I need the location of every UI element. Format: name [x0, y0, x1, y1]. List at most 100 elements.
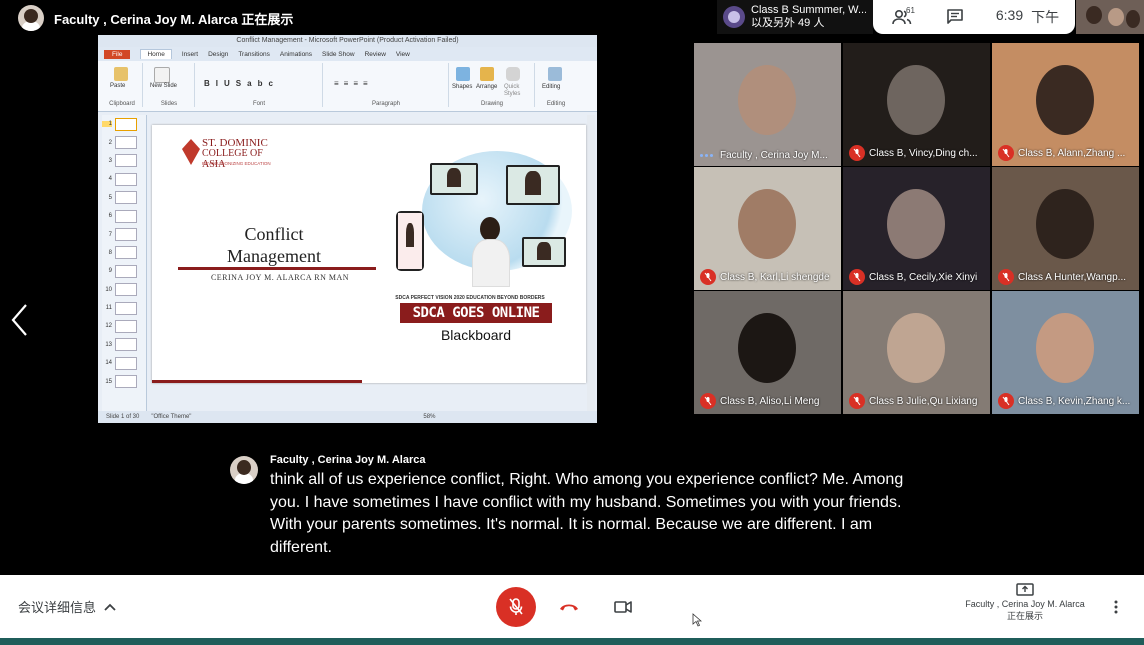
slide-thumbnail-preview [115, 154, 137, 168]
slide-thumbnail[interactable]: 15 [102, 372, 146, 390]
arrange-icon[interactable] [480, 67, 494, 81]
zoom-level[interactable]: 58% [423, 414, 435, 420]
previous-arrow[interactable] [8, 302, 32, 338]
slide-title: Conflict Management [214, 223, 334, 267]
participant-tile[interactable]: Class B, Cecily,Xie Xinyi [843, 167, 990, 290]
slide-thumbnail[interactable]: 1 [102, 115, 146, 133]
clock-period: 下午 [1031, 9, 1060, 25]
ppt-ribbon: Paste Clipboard New Slide Slides BIUSabc… [98, 61, 597, 112]
participant-tile[interactable]: Faculty , Cerina Joy M... [694, 43, 841, 166]
new-slide-icon[interactable] [154, 67, 170, 83]
slide-thumbnail-number: 8 [108, 249, 112, 256]
participant-grid: Faculty , Cerina Joy M... Class B, Vincy,… [694, 43, 1139, 415]
slide-thumbnail[interactable]: 4 [102, 170, 146, 188]
phone-illustration [396, 211, 424, 271]
slide-thumbnail[interactable]: 9 [102, 262, 146, 280]
slide-thumbnail-preview [115, 375, 137, 389]
meeting-info-chip[interactable]: Class B Summmer, W... 以及另外 49 人 [717, 0, 873, 34]
slide-thumbnail[interactable]: 3 [102, 152, 146, 170]
microphone-toggle-button[interactable] [496, 587, 536, 627]
participant-name: Class B, Kevin,Zhang k... [1018, 395, 1131, 407]
ppt-tab-slideshow[interactable]: Slide Show [322, 51, 355, 58]
participant-tile[interactable]: Class B, Aliso,Li Meng [694, 291, 841, 414]
shapes-icon[interactable] [456, 67, 470, 81]
people-button[interactable]: 61 [873, 0, 930, 34]
paste-label: Paste [110, 83, 126, 89]
presenter-illustration [470, 217, 510, 287]
paste-icon[interactable] [114, 67, 128, 81]
slide-thumbnail-number: 2 [108, 139, 112, 146]
slide-thumbnail-preview [115, 172, 137, 186]
slide-subtitle: CERINA JOY M. ALARCA RN MAN [210, 273, 350, 282]
slide-thumbnail[interactable]: 7 [102, 225, 146, 243]
slide-thumbnail-preview [115, 117, 137, 131]
slide-thumbnail[interactable]: 5 [102, 189, 146, 207]
font-format-icons[interactable]: BIUSabc [204, 79, 279, 88]
logo-line-2: COLLEGE OF ASIA [202, 148, 263, 170]
quick-styles-icon[interactable] [506, 67, 520, 81]
participant-video [1036, 65, 1094, 135]
slide-thumbnail[interactable]: 12 [102, 317, 146, 335]
participant-tile[interactable]: Class B, Vincy,Ding ch... [843, 43, 990, 166]
ppt-vertical-scrollbar[interactable] [587, 115, 595, 411]
participant-label: Class B, Vincy,Ding ch... [849, 145, 978, 161]
slide-thumbnail-preview [115, 338, 137, 352]
editing-icon[interactable] [548, 67, 562, 81]
presenting-status[interactable]: Faculty , Cerina Joy M. Alarca 正在展示 [952, 583, 1098, 622]
slide-thumbnail[interactable]: 6 [102, 207, 146, 225]
ppt-tab-home[interactable]: Home [140, 49, 172, 59]
presenter-avatar [18, 5, 44, 31]
clock-time: 6:39 [995, 7, 1024, 23]
mic-off-icon [849, 269, 865, 285]
ppt-tab-transitions[interactable]: Transitions [238, 51, 270, 58]
meeting-icon [723, 6, 745, 28]
speaking-indicator-icon [700, 151, 716, 161]
slide-thumbnail[interactable]: 10 [102, 281, 146, 299]
paragraph-align-icons[interactable]: ≡≡≡≡ [334, 79, 373, 88]
participant-video [738, 65, 796, 135]
slide-thumbnail-preview [115, 136, 137, 150]
ppt-status-bar: Slide 1 of 30 "Office Theme" 58% [98, 411, 597, 423]
slide-canvas[interactable]: ST. DOMINIC COLLEGE OF ASIA REVOLUTIONIZ… [152, 125, 586, 383]
participant-video [887, 189, 945, 259]
slide-thumbnail-number: 4 [108, 176, 112, 183]
present-screen-icon [1016, 583, 1034, 596]
participant-tile[interactable]: Class B, Alann,Zhang ... [992, 43, 1139, 166]
meeting-details-button[interactable]: 会议详细信息 [18, 597, 116, 616]
participant-tile[interactable]: Class B, Kevin,Zhang k... [992, 291, 1139, 414]
presenting-status-text: 正在展示 [1006, 611, 1043, 621]
slide-thumbnail-number: 1 [102, 121, 112, 128]
mic-off-icon [700, 269, 716, 285]
shapes-label: Shapes [452, 84, 473, 90]
ppt-tab-view[interactable]: View [396, 51, 410, 58]
leave-call-button[interactable] [554, 587, 584, 627]
ppt-group-label: Drawing [480, 101, 503, 107]
slide-thumbnail-number: 11 [105, 305, 112, 312]
ppt-tab-design[interactable]: Design [208, 51, 228, 58]
participant-tile[interactable]: Class B Julie,Qu Lixiang [843, 291, 990, 414]
more-options-button[interactable] [1108, 595, 1124, 619]
ppt-tab-review[interactable]: Review [365, 51, 386, 58]
ppt-group-slides: New Slide Slides [144, 63, 195, 107]
more-vertical-icon [1114, 600, 1118, 614]
participant-label: Class B, Kevin,Zhang k... [998, 393, 1130, 409]
caption-speaker-avatar [230, 456, 258, 484]
ppt-group-label: Font [252, 101, 265, 107]
participant-video [1036, 313, 1094, 383]
slide-thumbnail[interactable]: 8 [102, 244, 146, 262]
ppt-tab-file[interactable]: File [104, 49, 131, 59]
slide-thumbnail[interactable]: 11 [102, 299, 146, 317]
participant-tile[interactable]: Class A Hunter,Wangp... [992, 167, 1139, 290]
shared-screen-powerpoint[interactable]: Conflict Management - Microsoft PowerPoi… [98, 35, 597, 423]
participant-tile[interactable]: Class B, Karl,Li shengde [694, 167, 841, 290]
slide-thumbnail[interactable]: 2 [102, 133, 146, 151]
self-view-thumbnail[interactable] [1076, 0, 1144, 34]
ppt-tab-insert[interactable]: Insert [182, 51, 198, 58]
slide-thumbnail[interactable]: 13 [102, 336, 146, 354]
vision-tagline: SDCA PERFECT VISION 2020 EDUCATION BEYON… [395, 295, 545, 301]
ppt-tab-animations[interactable]: Animations [280, 51, 312, 58]
bottom-control-bar: 会议详细信息 Faculty , Cerina Joy M. Alarca 正在… [0, 575, 1144, 638]
slide-thumbnail[interactable]: 14 [102, 354, 146, 372]
chat-button[interactable] [930, 0, 980, 34]
camera-toggle-button[interactable] [608, 587, 638, 627]
